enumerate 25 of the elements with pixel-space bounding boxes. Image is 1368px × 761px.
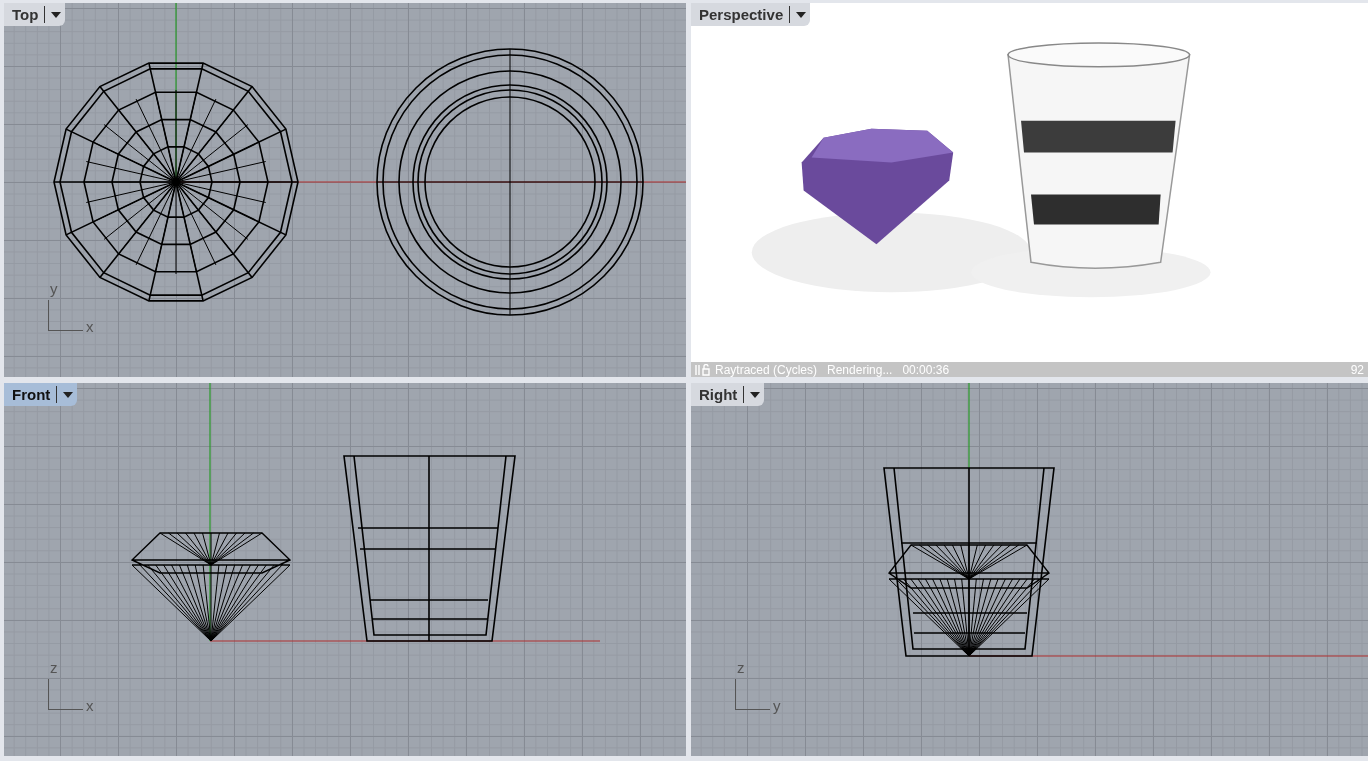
wireframe-viewport[interactable]: Front z x — [4, 383, 686, 756]
render-viewport[interactable]: Raytraced (Cycles) Rendering... 00:00:36 92 Perspective — [691, 3, 1368, 377]
caret-icon[interactable] — [750, 391, 761, 398]
render-state: Rendering... — [827, 362, 893, 377]
axis-label: x — [86, 697, 94, 714]
wireframe-viewport[interactable]: Right z y — [691, 383, 1368, 756]
axis-label: y — [50, 280, 58, 297]
viewport-tab[interactable]: Top — [4, 3, 66, 26]
viewport-tab[interactable]: Front — [4, 383, 78, 406]
axis-indicator — [48, 679, 83, 710]
axis-label: z — [50, 659, 58, 676]
axis-label: y — [773, 697, 781, 714]
axis-indicator — [735, 679, 770, 710]
caret-icon[interactable] — [51, 11, 62, 18]
render-pass-count: 92 — [1350, 362, 1364, 377]
viewport-tab[interactable]: Perspective — [691, 3, 811, 26]
render-time: 00:00:36 — [902, 362, 950, 377]
caret-icon[interactable] — [796, 11, 807, 18]
axis-indicator — [48, 300, 83, 331]
render-mode: Raytraced (Cycles) — [715, 362, 818, 377]
axis-label: x — [86, 318, 94, 335]
caret-icon[interactable] — [63, 391, 74, 398]
viewport-tab[interactable]: Right — [691, 383, 765, 406]
axis-label: z — [737, 659, 745, 676]
wireframe-viewport[interactable]: Top y x — [4, 3, 686, 377]
